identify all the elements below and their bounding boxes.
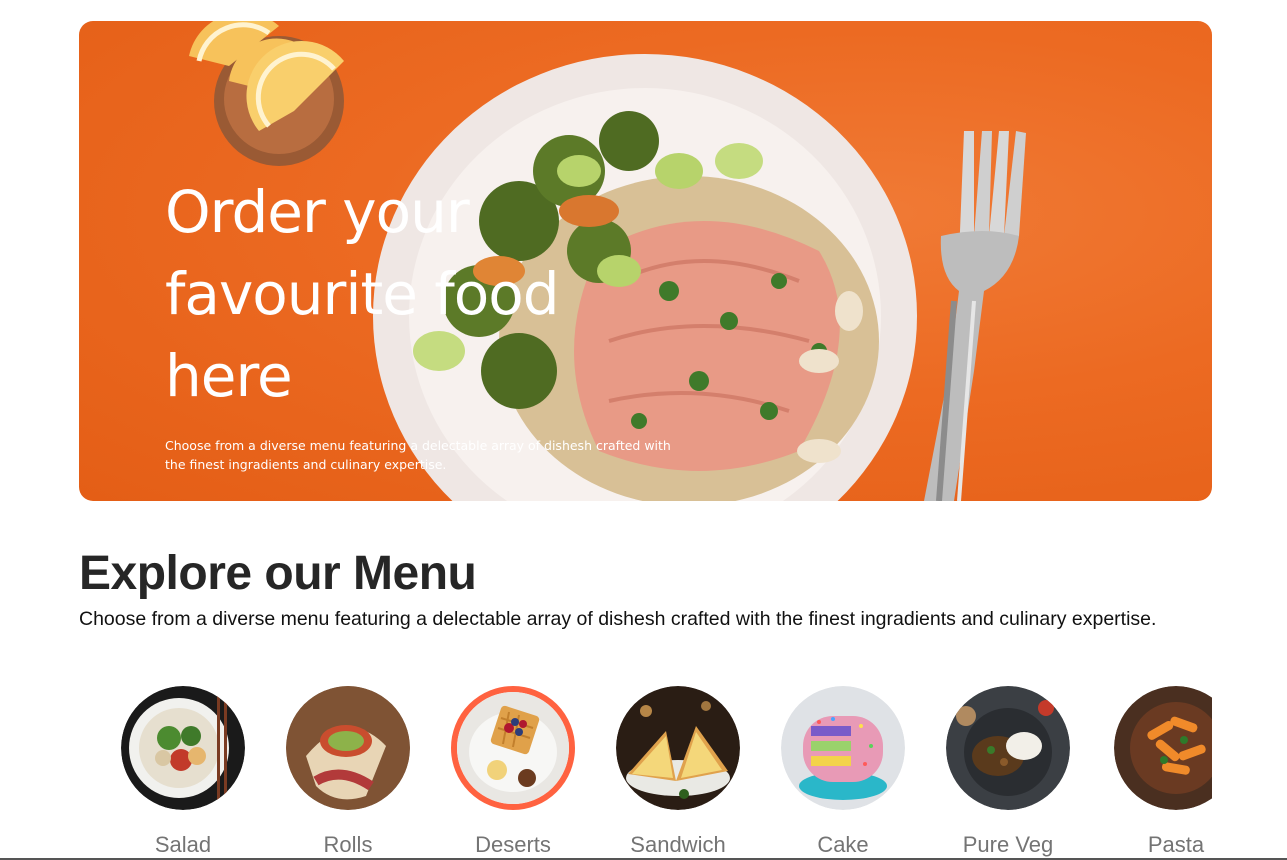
fork-graphic (924, 131, 1026, 501)
menu-item-salad[interactable]: Salad (121, 686, 245, 858)
menu-item-pasta[interactable]: Pasta (1114, 686, 1212, 858)
pasta-image (1114, 686, 1212, 810)
hero-title: Order your favourite food here (165, 178, 560, 410)
menu-item-label: Sandwich (630, 832, 726, 857)
menu-item-sandwich[interactable]: Sandwich (616, 686, 740, 858)
hero-banner: Order your favourite food here Choose fr… (79, 21, 1212, 501)
menu-item-label: Cake (817, 832, 869, 857)
menu-item-rolls[interactable]: Rolls (286, 686, 410, 858)
lemon-bowl-graphic (189, 21, 344, 166)
menu-item-label: Deserts (475, 832, 551, 857)
menu-category-list: Salad Rolls Deserts Sandwich Cake Pure V… (79, 686, 1212, 860)
menu-item-label: Pasta (1147, 832, 1205, 857)
rolls-wrap-image (286, 686, 410, 810)
menu-item-pure-veg[interactable]: Pure Veg (946, 686, 1070, 858)
menu-item-deserts[interactable]: Deserts (451, 686, 575, 858)
menu-item-label: Salad (154, 832, 212, 857)
salad-bowl-image (121, 686, 245, 810)
menu-item-label: Pure Veg (962, 832, 1054, 857)
waffle-dessert-image (451, 686, 575, 810)
menu-item-cake[interactable]: Cake (781, 686, 905, 858)
sandwich-image (616, 686, 740, 810)
menu-description: Choose from a diverse menu featuring a d… (79, 608, 1157, 630)
veg-curry-image (946, 686, 1070, 810)
menu-title: Explore our Menu (79, 547, 477, 600)
hero-subtitle: Choose from a diverse menu featuring a d… (165, 438, 671, 472)
cake-image (781, 686, 905, 810)
menu-item-label: Rolls (323, 832, 373, 857)
